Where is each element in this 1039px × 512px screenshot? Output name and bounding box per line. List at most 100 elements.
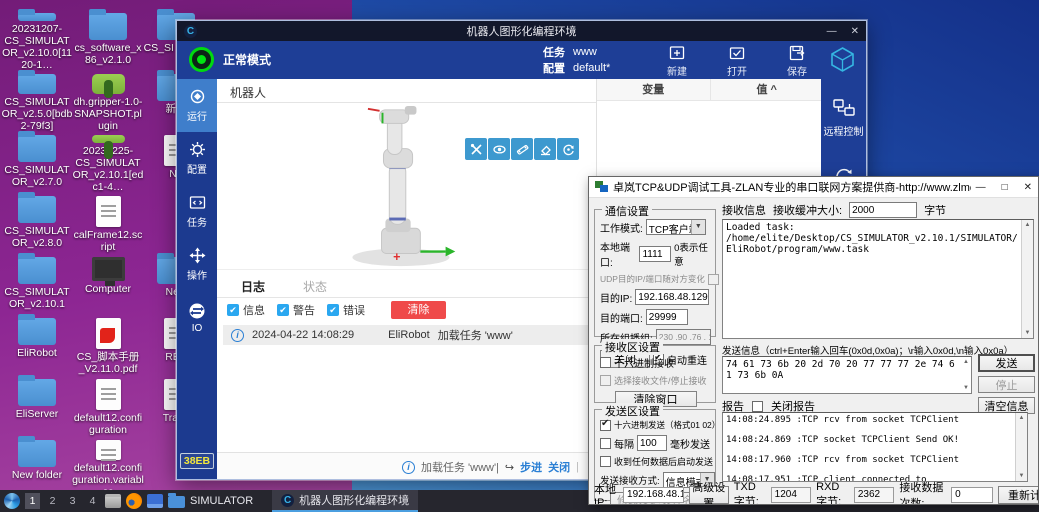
close-report-checkbox[interactable]	[752, 401, 763, 412]
hex-recv-checkbox[interactable]	[600, 357, 611, 368]
desktop-item[interactable]: EliServer	[1, 376, 73, 437]
desktop-item[interactable]: default12.configuration.variables	[72, 437, 144, 498]
robot-3d-viewport[interactable]: + + −	[217, 104, 596, 269]
interval-input[interactable]: 100	[637, 435, 667, 451]
firefox-icon[interactable]	[126, 493, 142, 509]
tcp-window-titlebar[interactable]: 卓岚TCP&UDP调试工具-ZLAN专业的串口联网方案提供商-http://ww…	[589, 177, 1038, 198]
measure-button[interactable]	[511, 138, 533, 160]
distro-logo-icon[interactable]	[4, 493, 20, 509]
interval-send-checkbox[interactable]	[600, 438, 611, 449]
reset-view-button[interactable]	[557, 138, 579, 160]
dest-ip-input[interactable]: 192.168.48.129	[635, 289, 709, 305]
send-scroll-arrows[interactable]: ▲▼	[961, 357, 971, 393]
nav-item-operate[interactable]: 操作	[177, 238, 217, 291]
desktop-item[interactable]: CS_SIMULATOR_v2.5.0[bdb2-79f3]	[1, 71, 73, 132]
receive-scrollbar[interactable]: ▲▼	[1021, 220, 1033, 338]
local-port-input[interactable]: 1111	[639, 246, 671, 262]
desktop-item[interactable]: New folder	[1, 437, 73, 498]
workspace-3-button[interactable]: 3	[65, 493, 80, 509]
close-task-button[interactable]: 关闭	[548, 459, 570, 475]
remote-control-button[interactable]: 远程控制	[821, 99, 866, 138]
filter-warn-checkbox[interactable]: ✔警告	[277, 302, 315, 318]
info-icon: i	[402, 461, 415, 474]
workspace-4-button[interactable]: 4	[85, 493, 100, 509]
scroll-down-icon: ▼	[1022, 328, 1033, 338]
file-manager-icon[interactable]	[105, 494, 121, 508]
minimize-icon[interactable]: —	[827, 26, 837, 37]
advanced-settings-button[interactable]: 高级设置	[689, 486, 729, 504]
work-mode-select[interactable]: TCP客户端▼	[646, 219, 706, 235]
desktop-item[interactable]: calFrame12.script	[72, 193, 144, 254]
minimize-icon[interactable]: —	[976, 182, 986, 193]
recount-button[interactable]: 重新计数	[998, 486, 1039, 504]
nav-item-run[interactable]: 运行	[177, 79, 217, 132]
local-ip-label: 本地IP:	[594, 481, 618, 505]
eye-icon	[493, 143, 506, 156]
auto-send-checkbox[interactable]	[600, 456, 611, 467]
eraser-button[interactable]	[534, 138, 556, 160]
dest-port-input[interactable]: 29999	[646, 309, 688, 325]
folder-window-icon[interactable]	[168, 496, 185, 508]
tools-button[interactable]	[465, 138, 487, 160]
desktop-item[interactable]: 20231207-CS_SIMULATOR_v2.10.0[1120-1…	[1, 10, 73, 71]
desktop-item[interactable]: CS_SIMULATOR_v2.8.0	[1, 193, 73, 254]
udp-follow-checkbox	[708, 274, 719, 285]
new-task-button[interactable]: 新建	[655, 44, 699, 78]
folder-window-label[interactable]: SIMULATOR	[190, 495, 253, 507]
close-icon[interactable]: ✕	[851, 26, 859, 37]
nav-item-task[interactable]: 任务	[177, 185, 217, 238]
desktop-item[interactable]: CS_SIMULATOR_v2.7.0	[1, 132, 73, 193]
desktop-item[interactable]: cs_software_x86_v2.1.0	[72, 10, 144, 71]
folder-icon	[18, 379, 56, 406]
nav-label: 运行	[187, 108, 207, 123]
tcp-tool-window: 卓岚TCP&UDP调试工具-ZLAN专业的串口联网方案提供商-http://ww…	[588, 176, 1039, 505]
desktop-item[interactable]: CS_脚本手册_V2.11.0.pdf	[72, 315, 144, 376]
filter-error-checkbox[interactable]: ✔错误	[327, 302, 365, 318]
desktop-item[interactable]: CS_SIMULATOR_v2.10.1	[1, 254, 73, 315]
report-scrollbar[interactable]: ▲▼	[1015, 413, 1027, 481]
app-window-icon[interactable]	[147, 494, 163, 508]
hex-send-label: 十六进制发送（格式01 02）	[614, 419, 720, 431]
eraser-icon	[539, 143, 552, 156]
desktop-item[interactable]: Computer	[72, 254, 144, 315]
nav-item-config[interactable]: 配置	[177, 132, 217, 185]
desktop-item[interactable]: 20231225-CS_SIMULATOR_v2.10.1[edc1-4…	[72, 132, 144, 193]
workspace-1-button[interactable]: 1	[25, 493, 40, 509]
save-task-button[interactable]: 保存	[775, 44, 819, 78]
robot-window-titlebar[interactable]: C 机器人图形化编程环境 — ✕	[177, 21, 866, 41]
visibility-button[interactable]	[488, 138, 510, 160]
recv-count-input[interactable]: 0	[951, 487, 993, 503]
close-icon[interactable]: ✕	[1024, 182, 1032, 193]
filter-info-checkbox[interactable]: ✔信息	[227, 302, 265, 318]
nav-label: 操作	[187, 267, 207, 282]
maximize-icon[interactable]: □	[1002, 182, 1008, 193]
buffer-size-input[interactable]: 2000	[849, 202, 917, 218]
column-variable[interactable]: 变量	[597, 79, 711, 100]
tab-status[interactable]: 状态	[303, 278, 327, 297]
receive-textarea[interactable]: Loaded task: /home/elite/Desktop/CS_SIMU…	[722, 219, 1034, 339]
workspace-2-button[interactable]: 2	[45, 493, 60, 509]
nav-item-io[interactable]: IO	[177, 291, 217, 344]
report-line: 14:08:17.960 :TCP rcv from socket TCPCli…	[726, 455, 1013, 466]
desktop-item[interactable]: dh.gripper-1.0-SNAPSHOT.plugin	[72, 71, 144, 132]
viewport-toolbar	[465, 138, 579, 160]
active-task-button[interactable]: C 机器人图形化编程环境	[272, 490, 418, 512]
open-task-button[interactable]: 打开	[715, 44, 759, 78]
step-button[interactable]: 步进	[520, 459, 542, 475]
send-textarea[interactable]: 74 61 73 6b 20 2d 70 20 77 77 77 2e 74 6…	[722, 356, 972, 394]
column-value-sort[interactable]: 值 ^	[711, 79, 824, 100]
send-info-label: 发送信息（ctrl+Enter输入回车(0x0d,0x0a)；\r输入0x0d,…	[722, 343, 1013, 357]
tab-log[interactable]: 日志	[241, 278, 265, 297]
send-button[interactable]: 发送	[978, 354, 1035, 372]
robot-arm-model: +	[329, 104, 469, 269]
report-list[interactable]: 14:08:24.895 :TCP rcv from socket TCPCli…	[722, 412, 1028, 482]
nav-label: 配置	[187, 161, 207, 176]
desktop-item[interactable]: default12.configuration	[72, 376, 144, 437]
nav-label: IO	[192, 323, 203, 334]
clear-log-button[interactable]: 清除	[391, 301, 446, 319]
zlan-app-icon	[595, 181, 608, 193]
computer-icon	[92, 257, 125, 281]
hex-send-checkbox[interactable]	[600, 420, 611, 431]
log-entry-row[interactable]: i 2024-04-22 14:08:29 EliRobot 加载任务 'www…	[223, 325, 590, 345]
desktop-item[interactable]: EliRobot	[1, 315, 73, 376]
